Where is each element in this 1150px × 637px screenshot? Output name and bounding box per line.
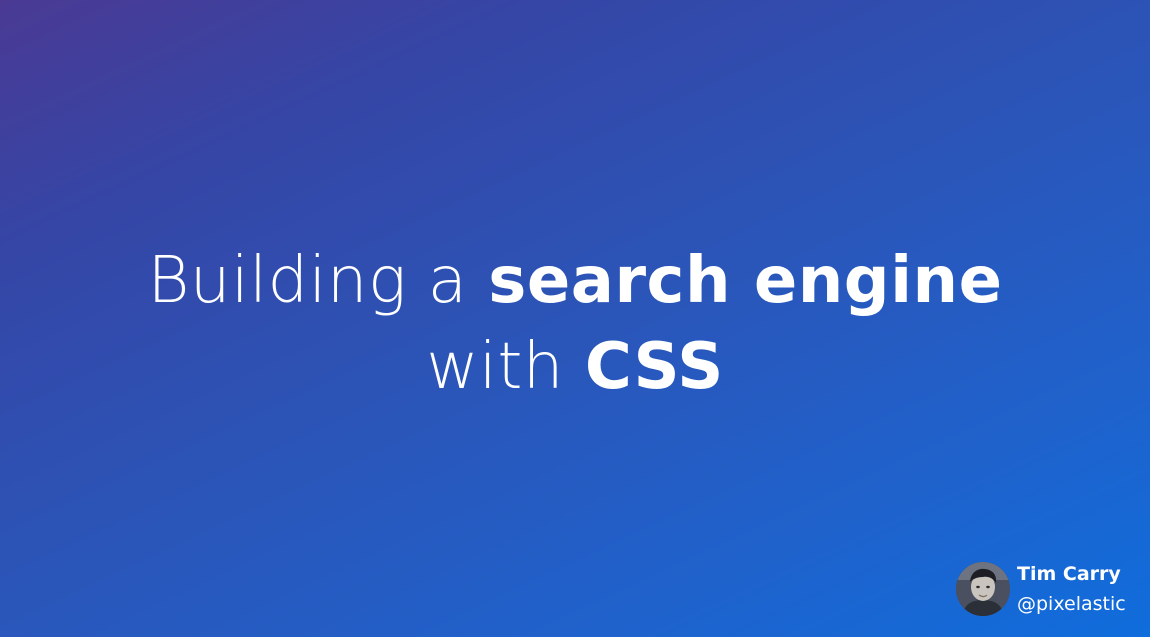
author-handle: @pixelastic: [1017, 593, 1126, 615]
title-line-1: Building a search engine: [0, 238, 1150, 324]
title-line-1-bold: search engine: [488, 244, 1003, 318]
title-line-2-regular: with: [426, 330, 585, 404]
title-line-1-regular: Building a: [147, 244, 489, 318]
author-name: Tim Carry: [1017, 563, 1121, 585]
title-line-2: with CSS: [0, 324, 1150, 410]
slide-title: Building a search engine with CSS: [0, 238, 1150, 410]
author-credit: Tim Carry @pixelastic: [956, 562, 1146, 618]
author-avatar: [956, 562, 1010, 616]
title-slide: Building a search engine with CSS Tim Ca…: [0, 0, 1150, 637]
author-photo-icon: [956, 562, 1010, 616]
title-line-2-bold: CSS: [584, 330, 724, 404]
